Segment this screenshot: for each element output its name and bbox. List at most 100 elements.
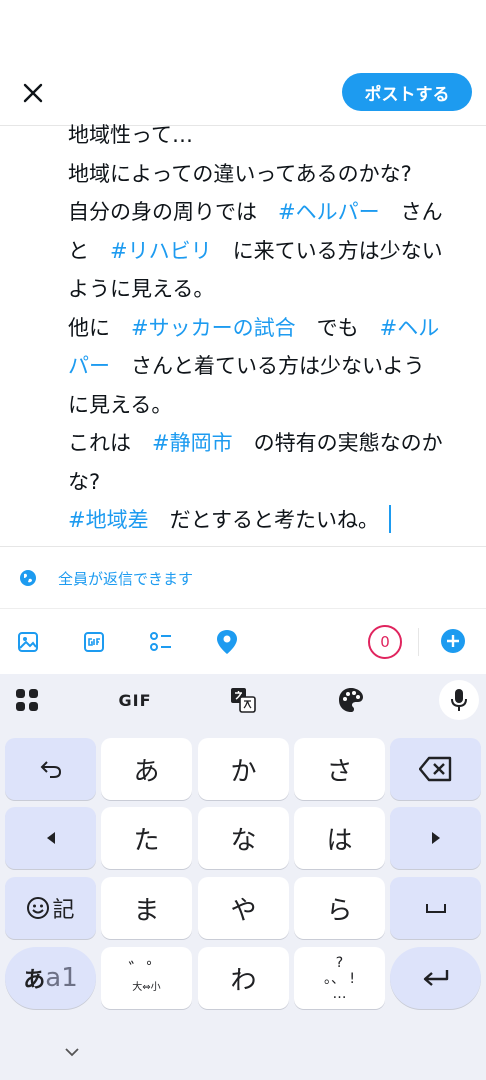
text-segment: だとすると考たいね。 xyxy=(148,508,379,532)
mode-alpha-label: a1 xyxy=(45,963,78,993)
text-segment: でも xyxy=(295,315,380,340)
enter-icon xyxy=(423,970,448,986)
text-segment: さんと着ている方は少ないよう xyxy=(110,354,425,378)
triangle-right-icon xyxy=(431,832,440,844)
poll-button[interactable] xyxy=(143,624,179,660)
hashtag[interactable]: #ヘルパー xyxy=(278,200,380,224)
dakuten-key[interactable]: ゛゜ 大⇔小 xyxy=(101,947,192,1009)
hashtag[interactable]: #サッカーの試合 xyxy=(131,316,296,340)
punct-main-label: 。、 ! xyxy=(323,971,356,987)
triangle-left-icon xyxy=(46,832,55,844)
text-segment: 自分の身の周りでは xyxy=(68,200,278,224)
keyboard-gif-button[interactable]: GIF xyxy=(110,682,160,718)
toolbar-separator xyxy=(418,628,419,656)
cursor-left-key[interactable] xyxy=(5,807,96,869)
space-key[interactable] xyxy=(390,877,481,939)
poll-icon xyxy=(150,632,171,651)
compose-line: 他に #サッカーの試合 でも #ヘル xyxy=(68,309,478,348)
punctuation-key[interactable]: ? 。、 ! … xyxy=(294,947,385,1009)
text-segment: の特有の実態なのか xyxy=(232,431,443,455)
key-wa[interactable]: わ xyxy=(198,947,289,1009)
compose-line: 地域性って… xyxy=(68,116,478,155)
key-a[interactable]: あ xyxy=(101,738,192,800)
globe-icon xyxy=(20,570,36,586)
location-button[interactable] xyxy=(209,624,245,660)
theme-button[interactable] xyxy=(332,682,370,718)
enter-key[interactable] xyxy=(390,947,481,1009)
gif-button[interactable] xyxy=(76,624,112,660)
text-segment: これは xyxy=(68,431,152,455)
hashtag[interactable]: #地域差 xyxy=(68,508,149,532)
palette-icon xyxy=(339,688,363,712)
mode-kana-label: あ xyxy=(23,968,46,993)
key-ta[interactable]: た xyxy=(101,807,192,869)
close-button[interactable] xyxy=(14,74,52,112)
punct-question-label: ? xyxy=(335,955,344,971)
cursor-right-key[interactable] xyxy=(390,807,481,869)
reply-setting-button[interactable]: 全員が返信できます xyxy=(18,562,193,594)
undo-key[interactable] xyxy=(5,738,96,800)
dakuten-label: ゛゜ xyxy=(128,960,165,981)
text-segment: 地域性って… xyxy=(68,123,193,147)
text-cursor xyxy=(388,505,391,533)
grid-icon xyxy=(16,689,38,711)
compose-line: #地域差 だとすると考たいね。 xyxy=(68,501,478,540)
compose-line: な? xyxy=(68,463,478,502)
text-segment: 他に xyxy=(68,315,131,340)
hide-keyboard-button[interactable] xyxy=(58,1038,86,1066)
backspace-icon xyxy=(418,756,451,782)
keyboard-menu-button[interactable] xyxy=(8,682,46,718)
key-na[interactable]: な xyxy=(198,807,289,869)
backspace-key[interactable] xyxy=(390,738,481,800)
compose-text-area[interactable]: 地域性って… 地域によっての違いってあるのかな? 自分の身の周りでは #ヘルパー… xyxy=(68,116,478,540)
media-button[interactable] xyxy=(10,624,46,660)
location-pin-icon xyxy=(217,630,237,654)
divider xyxy=(0,546,486,547)
compose-line: パー さんと着ている方は少ないよう xyxy=(68,347,478,386)
emoji-symbol-key[interactable]: 記 xyxy=(5,877,96,939)
key-ka[interactable]: か xyxy=(198,738,289,800)
image-icon xyxy=(18,632,38,652)
punct-ellipsis-label: … xyxy=(332,986,347,1002)
chevron-down-icon xyxy=(65,1048,79,1057)
text-segment: に来ている方は少ない xyxy=(211,238,443,263)
text-segment: 地域によっての違いってあるのかな? xyxy=(68,161,412,186)
smiley-icon xyxy=(27,897,50,919)
compose-line: と #リハビリ に来ている方は少ない xyxy=(68,232,478,271)
space-icon xyxy=(425,904,446,913)
character-counter: 0 xyxy=(368,625,402,659)
microphone-icon xyxy=(451,689,467,711)
key-ra[interactable]: ら xyxy=(294,877,385,939)
divider xyxy=(0,608,486,609)
size-toggle-label: 大⇔小 xyxy=(132,982,161,993)
close-icon xyxy=(23,83,43,103)
key-ma[interactable]: ま xyxy=(101,877,192,939)
input-mode-key[interactable]: あ a1 xyxy=(5,947,96,1009)
undo-icon xyxy=(40,761,61,778)
reply-setting-label: 全員が返信できます xyxy=(58,569,194,588)
translate-button[interactable] xyxy=(224,682,262,718)
add-post-button[interactable] xyxy=(436,624,470,658)
post-button[interactable]: ポストする xyxy=(342,73,472,111)
translate-icon xyxy=(231,688,256,713)
compose-line: に見える。 xyxy=(68,386,478,425)
compose-line: 自分の身の周りでは #ヘルパー さん xyxy=(68,193,478,232)
key-sa[interactable]: さ xyxy=(294,738,385,800)
voice-input-button[interactable] xyxy=(439,680,479,720)
key-ya[interactable]: や xyxy=(198,877,289,939)
key-ha[interactable]: は xyxy=(294,807,385,869)
text-segment: ように見える。 xyxy=(68,277,215,301)
hashtag[interactable]: #静岡市 xyxy=(152,431,233,455)
plus-circle-icon xyxy=(441,629,465,653)
text-segment: に見える。 xyxy=(68,392,173,417)
text-segment: さん xyxy=(379,200,443,224)
hashtag[interactable]: #ヘル xyxy=(380,316,440,340)
compose-line: 地域によっての違いってあるのかな? xyxy=(68,155,478,194)
compose-line: ように見える。 xyxy=(68,270,478,309)
hashtag[interactable]: パー xyxy=(68,354,110,378)
symbol-key-label: 記 xyxy=(52,898,75,923)
text-segment: な? xyxy=(68,469,101,494)
hashtag[interactable]: #リハビリ xyxy=(110,239,212,263)
text-segment: と xyxy=(68,238,110,263)
gif-icon xyxy=(84,632,104,652)
